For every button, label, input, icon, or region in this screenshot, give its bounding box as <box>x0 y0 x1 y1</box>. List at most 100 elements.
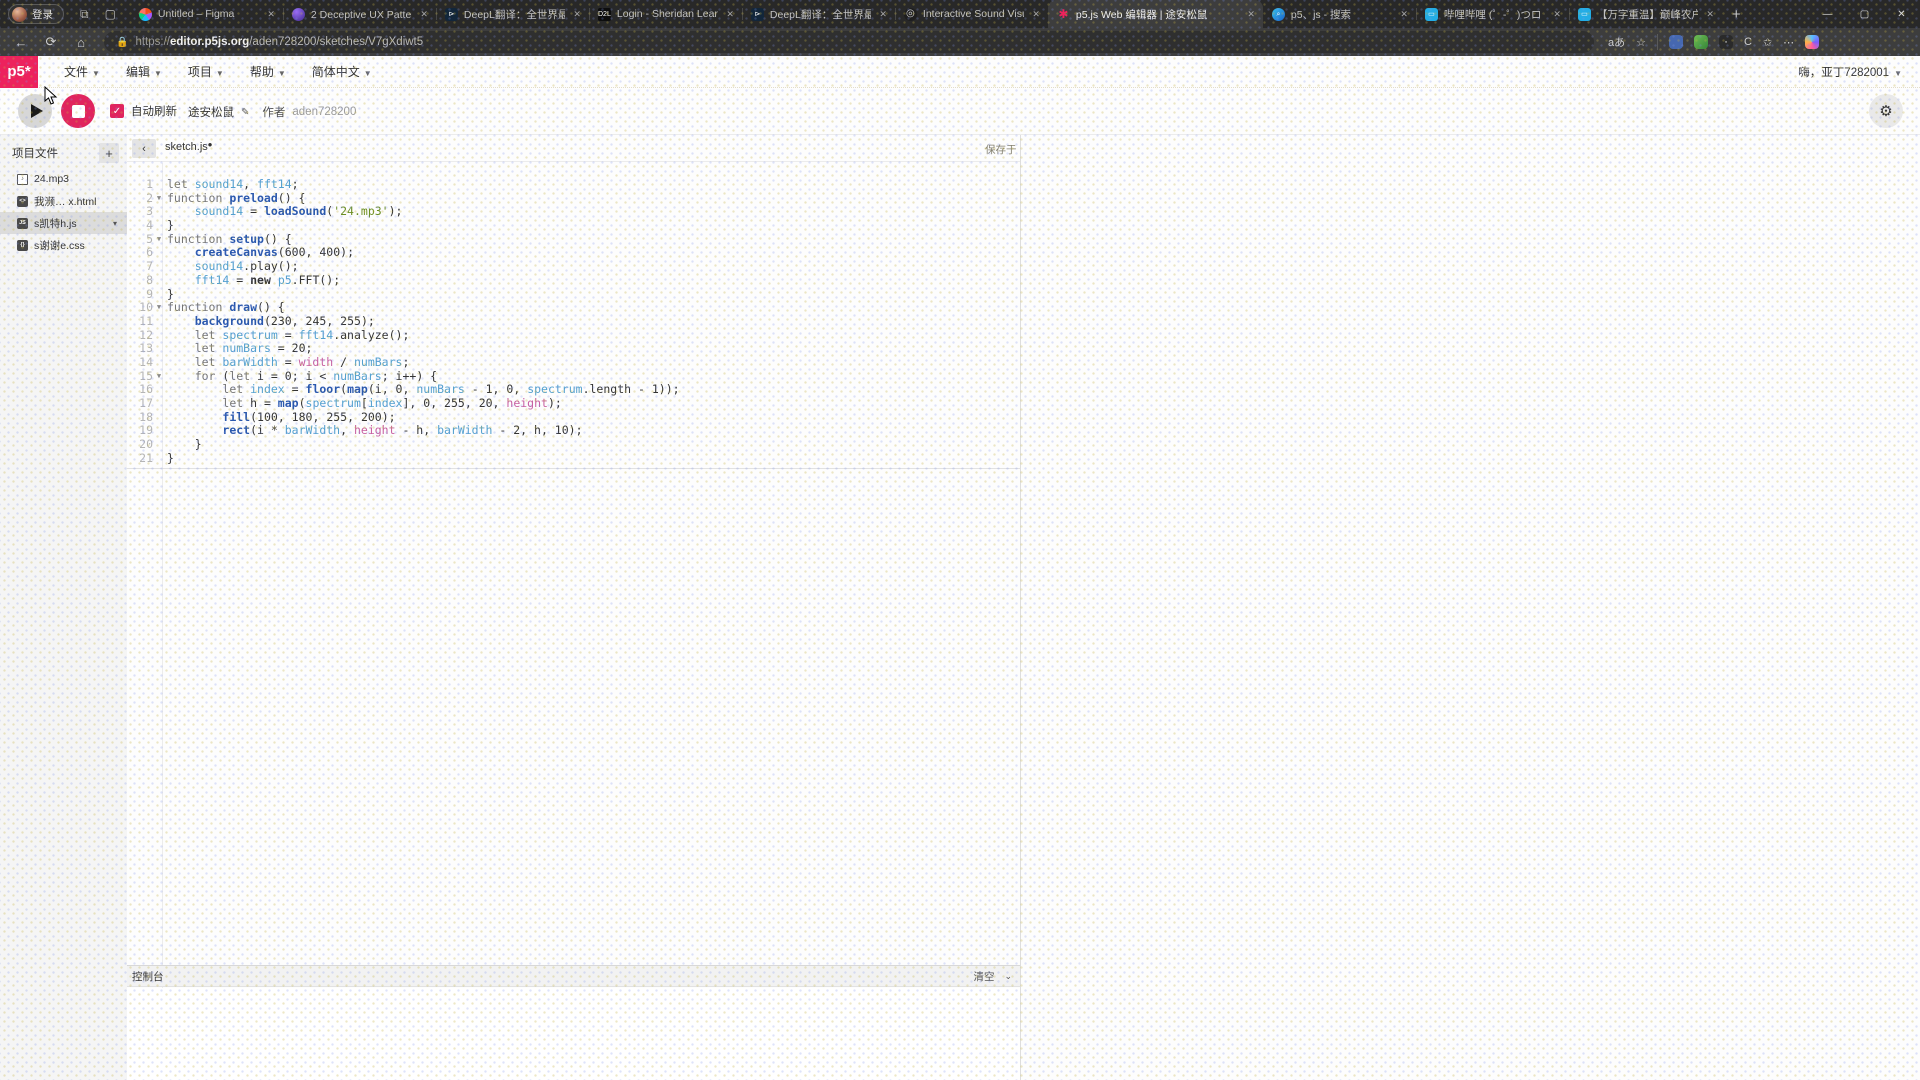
p5-logo[interactable]: p5* <box>0 56 38 88</box>
menu-帮助[interactable]: 帮助▼ <box>250 63 286 80</box>
file-name: 我濒… x.html <box>34 194 96 209</box>
fold-arrow-icon[interactable]: ▼ <box>153 192 165 206</box>
tab-close-icon[interactable]: ✕ <box>1030 9 1042 20</box>
line-number: 11 <box>127 315 153 329</box>
workspaces-icon[interactable]: ⧉ <box>80 7 89 21</box>
browser-tab[interactable]: ▭哔哩哔哩 (゜-゜)つロ 干杯~-✕ <box>1416 0 1569 28</box>
project-files-sidebar: 项目文件 + ♪24.mp3<>我濒… x.htmlJSs凯特h.js▾{}s谢… <box>0 135 127 1080</box>
menu-文件[interactable]: 文件▼ <box>64 63 100 80</box>
file-item[interactable]: <> 我濒… x.html <box>0 190 127 212</box>
collections-icon[interactable]: ✩ <box>1763 36 1772 49</box>
extension-c-icon[interactable]: C <box>1744 36 1752 48</box>
auto-refresh-checkbox[interactable]: ✓ <box>110 104 124 118</box>
code-line: 9} <box>127 288 1020 302</box>
fold-arrow-icon[interactable]: ▼ <box>153 370 165 384</box>
browser-tab[interactable]: 2 Deceptive UX Patterns-演示✕ <box>283 0 436 28</box>
code-text: let index = floor(map(i, 0, numBars - 1,… <box>165 383 680 397</box>
fold-gutter <box>153 438 165 452</box>
play-icon <box>31 104 43 118</box>
lock-icon: 🔒 <box>116 37 128 48</box>
author-name[interactable]: aden728200 <box>292 106 356 118</box>
menu-编辑[interactable]: 编辑▼ <box>126 63 162 80</box>
favorite-star-icon[interactable]: ☆ <box>1636 36 1646 49</box>
code-line: 18 fill(100, 180, 255, 200); <box>127 411 1020 425</box>
tab-title: DeepL翻译：全世界最准确的 <box>464 7 565 22</box>
fold-arrow-icon[interactable]: ▼ <box>153 233 165 247</box>
browser-tab[interactable]: ⌕p5、js - 搜索✕ <box>1263 0 1416 28</box>
line-number: 19 <box>127 424 153 438</box>
menu-label: 文件 <box>64 65 88 79</box>
browser-tab-bar: 登录 ⧉ ▢ Untitled – Figma✕2 Deceptive UX Pa… <box>0 0 1920 28</box>
menu-项目[interactable]: 项目▼ <box>188 63 224 80</box>
minimize-button[interactable]: — <box>1809 9 1846 20</box>
browser-tab[interactable]: ◎Interactive Sound Visualizati✕ <box>895 0 1048 28</box>
tab-close-icon[interactable]: ✕ <box>571 9 583 20</box>
extension-blue-icon[interactable] <box>1669 35 1683 49</box>
code-line: 8 fft14 = new p5.FFT(); <box>127 274 1020 288</box>
browser-tab[interactable]: D2LLogin - Sheridan Learning an✕ <box>589 0 742 28</box>
tab-close-icon[interactable]: ✕ <box>1245 9 1257 20</box>
tab-close-icon[interactable]: ✕ <box>418 9 430 20</box>
collapse-sidebar-button[interactable]: ‹ <box>132 139 156 158</box>
html-file-icon: <> <box>17 196 28 207</box>
tab-close-icon[interactable]: ✕ <box>1398 9 1410 20</box>
file-name: 24.mp3 <box>34 173 69 185</box>
tab-actions-icon[interactable]: ▢ <box>105 7 116 21</box>
code-line: 3 sound14 = loadSound('24.mp3'); <box>127 205 1020 219</box>
tab-close-icon[interactable]: ✕ <box>1704 9 1716 20</box>
add-file-button[interactable]: + <box>99 143 119 163</box>
deepl-icon: ⊳ <box>751 8 764 21</box>
tab-close-icon[interactable]: ✕ <box>877 9 889 20</box>
file-item[interactable]: JSs凯特h.js▾ <box>0 212 127 234</box>
code-area[interactable]: 1let sound14, fft14;2▼function preload()… <box>127 163 1020 1044</box>
file-tab-sketchjs[interactable]: sketch.js• <box>165 141 212 153</box>
copilot-icon[interactable] <box>1805 35 1819 49</box>
browser-address-bar: ←⟳⌂ 🔒 https://editor.p5js.org/aden728200… <box>0 28 1920 56</box>
fold-gutter <box>153 397 165 411</box>
browser-tab[interactable]: ⊳DeepL翻译：全世界最准确的✕ <box>436 0 589 28</box>
code-line: 14 let barWidth = width / numBars; <box>127 356 1020 370</box>
browser-tab[interactable]: Untitled – Figma✕ <box>130 0 283 28</box>
browser-tab-active[interactable]: ✱p5.js Web 编辑器 | 途安松鼠✕ <box>1048 0 1263 28</box>
browser-tab[interactable]: ⊳DeepL翻译：全世界最准确的✕ <box>742 0 895 28</box>
d2l-icon: D2L <box>598 8 611 21</box>
tab-close-icon[interactable]: ✕ <box>1551 9 1563 20</box>
code-text: function draw() { <box>165 301 285 315</box>
browser-tab[interactable]: ▭【万字重温】巅峰农户灾难电✕ <box>1569 0 1722 28</box>
stop-button[interactable] <box>61 94 95 128</box>
file-item[interactable]: ♪24.mp3 <box>0 168 127 190</box>
code-line: 6 createCanvas(600, 400); <box>127 246 1020 260</box>
menu-简体中文[interactable]: 简体中文▼ <box>312 63 372 80</box>
fold-gutter <box>153 274 165 288</box>
browser-profile-button[interactable]: 登录 <box>8 4 64 24</box>
edit-name-icon[interactable]: ✎ <box>241 107 249 118</box>
code-text: fft14 = new p5.FFT(); <box>165 274 340 288</box>
author-label: 作者 <box>262 104 285 120</box>
home-button[interactable]: ⌂ <box>66 35 96 50</box>
line-number: 16 <box>127 383 153 397</box>
line-number: 12 <box>127 329 153 343</box>
chevron-down-icon: ▼ <box>216 69 224 78</box>
file-options-icon[interactable]: ▾ <box>113 219 117 228</box>
more-menu-icon[interactable]: ⋯ <box>1783 36 1794 49</box>
line-number: 15 <box>127 370 153 384</box>
console-collapse-icon[interactable]: ⌄ <box>1004 971 1012 982</box>
refresh-button[interactable]: ⟳ <box>36 34 66 50</box>
tab-close-icon[interactable]: ✕ <box>265 9 277 20</box>
translate-icon[interactable]: aあ <box>1608 34 1625 50</box>
url-field[interactable]: 🔒 https://editor.p5js.org/aden728200/ske… <box>104 31 1594 53</box>
extension-dark-icon[interactable]: ◦ <box>1719 35 1733 49</box>
back-button[interactable]: ← <box>6 35 36 50</box>
fold-arrow-icon[interactable]: ▼ <box>153 301 165 315</box>
account-menu[interactable]: 嗨，亚丁7282001▼ <box>1798 64 1902 80</box>
new-tab-button[interactable]: + <box>1732 6 1741 23</box>
console-clear-button[interactable]: 清空 <box>973 969 994 984</box>
bilibili-icon: ▭ <box>1578 8 1591 21</box>
maximize-button[interactable]: ▢ <box>1846 9 1883 20</box>
file-item[interactable]: {}s谢谢e.css <box>0 234 127 256</box>
settings-button[interactable]: ⚙ <box>1869 94 1903 128</box>
p5-toolbar: ✓ 自动刷新 途安松鼠 ✎ 作者 aden728200 ⚙ <box>0 88 1920 135</box>
close-button[interactable]: ✕ <box>1883 9 1920 20</box>
tab-close-icon[interactable]: ✕ <box>724 9 736 20</box>
adguard-shield-icon[interactable] <box>1694 35 1708 49</box>
